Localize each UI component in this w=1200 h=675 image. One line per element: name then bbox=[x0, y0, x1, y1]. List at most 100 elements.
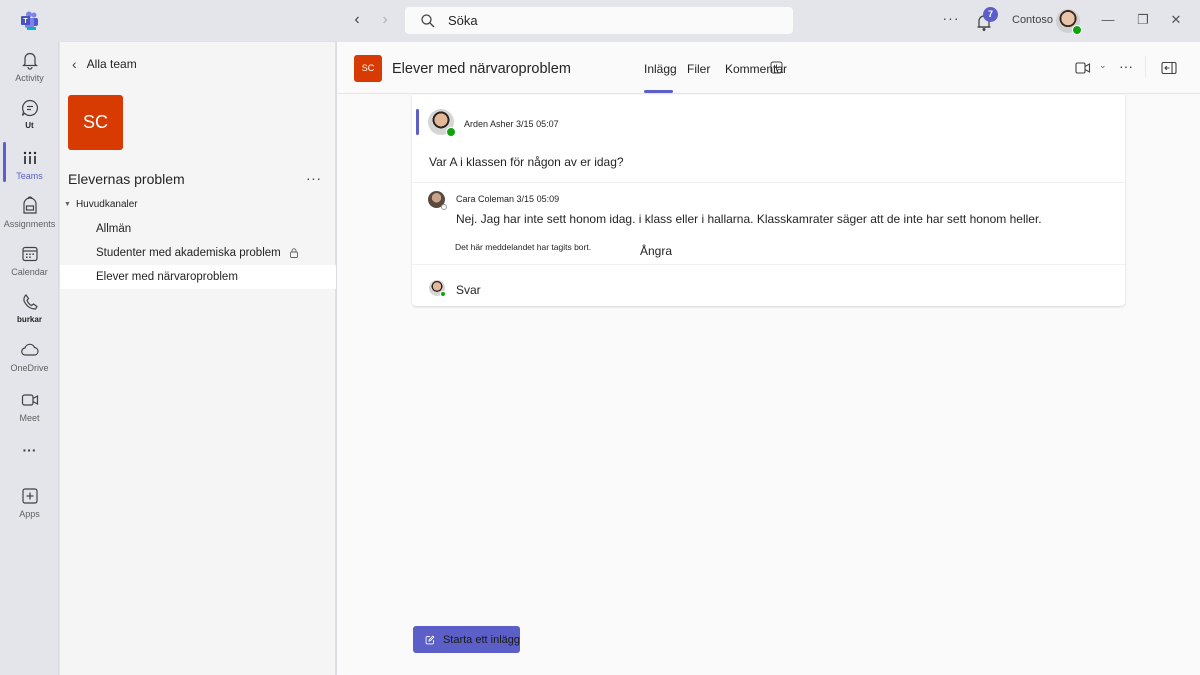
forward-button[interactable]: › bbox=[375, 10, 395, 30]
rail-label: burkar bbox=[17, 315, 42, 324]
undo-delete-link[interactable]: Ångra bbox=[640, 244, 672, 258]
deleted-message-note: Det här meddelandet har tagits bort. bbox=[455, 242, 592, 252]
header-divider bbox=[1145, 56, 1146, 78]
author-avatar[interactable] bbox=[428, 109, 456, 137]
rail-label: Calendar bbox=[11, 267, 48, 277]
team-avatar: SC bbox=[68, 95, 123, 150]
svg-text:T: T bbox=[23, 18, 28, 25]
phone-icon bbox=[22, 294, 38, 310]
bell-icon bbox=[21, 52, 38, 70]
rail-label: Assignments bbox=[3, 219, 56, 229]
presence-offline-icon bbox=[441, 204, 447, 210]
open-side-panel-icon[interactable] bbox=[1161, 61, 1177, 75]
rail-item-assignments[interactable]: Assignments bbox=[0, 196, 59, 242]
channel-item[interactable]: Studenter med akademiska problem bbox=[60, 241, 336, 265]
rail-item-activity[interactable]: Activity bbox=[0, 50, 59, 96]
search-icon bbox=[421, 13, 435, 27]
active-tab-indicator bbox=[644, 90, 673, 93]
rail-label: Meet bbox=[19, 413, 40, 423]
add-tab-icon[interactable] bbox=[770, 61, 783, 74]
thread-divider bbox=[412, 182, 1125, 183]
tab-posts[interactable]: Inlägg bbox=[644, 62, 677, 76]
profile-avatar[interactable] bbox=[1056, 9, 1082, 35]
team-channel-panel: ‹ Alla team SC Elevernas problem ··· ▼ H… bbox=[60, 42, 336, 675]
post-timestamp: 3/15 05:07 bbox=[516, 119, 559, 129]
reply-author-avatar[interactable] bbox=[428, 191, 447, 210]
title-bar: T ‹ › ··· 7 Contoso — ❐ ✕ bbox=[0, 0, 1200, 42]
channel-main: SC Elever med närvaroproblem Inlägg File… bbox=[337, 42, 1200, 675]
channel-section-header[interactable]: ▼ Huvudkanaler bbox=[64, 199, 138, 210]
back-button[interactable]: ‹ bbox=[347, 10, 367, 30]
add-app-icon bbox=[21, 488, 38, 504]
chevron-down-icon[interactable]: ⌄ bbox=[1099, 60, 1107, 71]
rail-label: Ut bbox=[25, 121, 34, 130]
team-more-options-button[interactable]: ··· bbox=[306, 170, 322, 186]
settings-more-button[interactable]: ··· bbox=[940, 10, 962, 30]
channel-item-selected[interactable]: Elever med närvaroproblem bbox=[60, 265, 336, 289]
tab-files[interactable]: Filer bbox=[687, 62, 710, 76]
channel-item[interactable]: Allmän bbox=[60, 217, 336, 241]
reply-body: Nej. Jag har inte sett honom idag. i kla… bbox=[456, 212, 1042, 226]
chevron-left-icon: ‹ bbox=[72, 56, 77, 72]
rail-label: Activity bbox=[15, 73, 44, 83]
rail-item-calendar[interactable]: Calendar bbox=[0, 244, 59, 290]
reply-input[interactable]: Svar bbox=[412, 275, 1125, 306]
presence-available-icon bbox=[1072, 25, 1082, 35]
post-body: Var A i klassen för någon av er idag? bbox=[429, 155, 624, 169]
post-author: Arden Asher bbox=[464, 119, 514, 129]
reply-author: Cara Coleman bbox=[456, 194, 515, 204]
all-teams-label: Alla team bbox=[86, 57, 137, 71]
team-name[interactable]: Elevernas problem bbox=[68, 171, 185, 187]
rail-item-chat[interactable]: Ut bbox=[0, 98, 59, 144]
video-icon bbox=[21, 394, 38, 406]
reply-placeholder: Svar bbox=[456, 283, 481, 297]
maximize-button[interactable]: ❐ bbox=[1131, 10, 1155, 30]
reply-timestamp: 3/15 05:09 bbox=[516, 194, 560, 204]
backpack-icon bbox=[22, 196, 37, 214]
rail-item-meet[interactable]: Meet bbox=[0, 390, 59, 436]
app-rail: Activity Ut Teams Assignments Calendar b… bbox=[0, 42, 59, 675]
rail-label: Teams bbox=[16, 171, 43, 181]
reply-meta: Cara Coleman 3/15 05:09 bbox=[456, 194, 559, 204]
compose-icon bbox=[425, 634, 435, 644]
lock-icon bbox=[289, 248, 298, 258]
teams-logo-icon: T bbox=[21, 11, 38, 30]
more-icon: ··· bbox=[22, 442, 37, 458]
meet-video-icon[interactable] bbox=[1075, 61, 1091, 75]
channel-more-options-button[interactable]: ··· bbox=[1119, 58, 1133, 74]
caret-down-icon: ▼ bbox=[64, 201, 71, 208]
teams-icon bbox=[23, 151, 36, 164]
search-input[interactable] bbox=[448, 13, 768, 28]
minimize-button[interactable]: — bbox=[1096, 10, 1120, 30]
presence-available-icon bbox=[446, 127, 456, 137]
conversation-thread: Arden Asher 3/15 05:07 Var A i klassen f… bbox=[412, 95, 1125, 306]
rail-item-more[interactable]: ··· bbox=[0, 442, 59, 466]
all-teams-back-link[interactable]: ‹ Alla team bbox=[72, 56, 137, 72]
channel-name: Studenter med akademiska problem bbox=[96, 247, 281, 259]
presence-available-icon bbox=[440, 291, 446, 297]
close-window-button[interactable]: ✕ bbox=[1164, 10, 1188, 30]
chat-icon bbox=[21, 99, 38, 117]
rail-label: Apps bbox=[19, 509, 40, 519]
start-post-label: Starta ett inlägg bbox=[442, 633, 520, 646]
thread-accent-bar bbox=[416, 109, 419, 135]
rail-item-onedrive[interactable]: OneDrive bbox=[0, 340, 59, 386]
cloud-icon bbox=[20, 343, 39, 356]
channel-header: SC Elever med närvaroproblem Inlägg File… bbox=[337, 42, 1200, 94]
section-label: Huvudkanaler bbox=[75, 199, 138, 210]
my-avatar bbox=[429, 280, 446, 297]
org-name: Contoso bbox=[1012, 14, 1053, 26]
post-meta: Arden Asher 3/15 05:07 bbox=[464, 119, 559, 129]
start-post-button[interactable]: Starta ett inlägg bbox=[413, 626, 520, 653]
channel-name: Allmän bbox=[96, 223, 132, 235]
search-box[interactable] bbox=[405, 7, 793, 34]
channel-title: Elever med närvaroproblem bbox=[392, 61, 571, 77]
channel-name: Elever med närvaroproblem bbox=[96, 271, 238, 283]
thread-divider bbox=[412, 264, 1125, 265]
rail-item-calls[interactable]: burkar bbox=[0, 292, 59, 338]
calendar-icon bbox=[21, 246, 38, 262]
notification-badge: 7 bbox=[983, 7, 998, 22]
rail-item-apps[interactable]: Apps bbox=[0, 486, 59, 532]
rail-item-teams[interactable]: Teams bbox=[0, 148, 59, 194]
channel-team-avatar: SC bbox=[354, 55, 382, 82]
